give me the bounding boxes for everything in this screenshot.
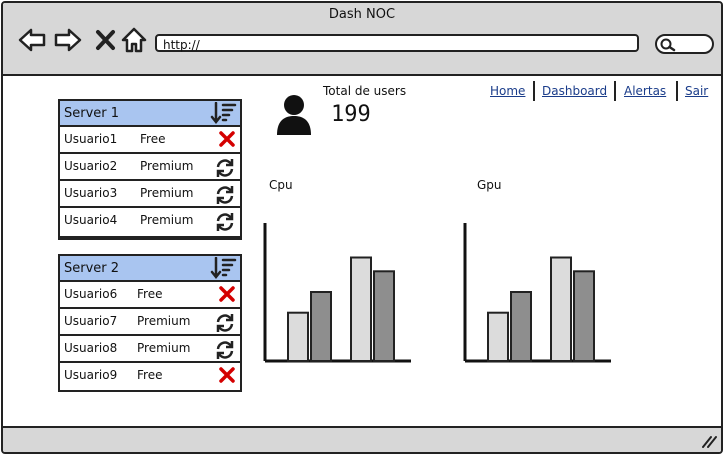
- forward-arrow-icon[interactable]: [53, 25, 83, 55]
- server-header: Server 2: [60, 256, 240, 282]
- nav-link-home[interactable]: Home: [490, 84, 525, 98]
- server-header: Server 1: [60, 101, 240, 127]
- total-users-value: 199: [331, 102, 371, 127]
- user-avatar-icon: [277, 95, 311, 135]
- refresh-icon[interactable]: [214, 157, 236, 179]
- table-row: Usuario8 Premium: [60, 336, 240, 363]
- browser-window: Dash NOC http:// Server 1 Usuario1 Free …: [1, 1, 723, 454]
- table-row: Usuario6 Free: [60, 282, 240, 309]
- user-name: Usuario7: [64, 314, 118, 328]
- server-panel-1: Server 1 Usuario1 Free Usuario2 Premium: [58, 99, 242, 240]
- user-plan: Premium: [140, 159, 194, 173]
- url-input[interactable]: http://: [155, 34, 639, 52]
- menu-divider: [614, 81, 616, 101]
- back-arrow-icon[interactable]: [17, 25, 47, 55]
- resize-handle-icon[interactable]: [701, 435, 717, 449]
- user-name: Usuario1: [64, 132, 118, 146]
- chart-bar: [373, 270, 395, 362]
- table-row: Usuario9 Free: [60, 363, 240, 390]
- chart-bar: [487, 311, 509, 362]
- browser-toolbar: Dash NOC http://: [3, 3, 721, 76]
- delete-icon[interactable]: [218, 285, 236, 303]
- window-title: Dash NOC: [328, 7, 396, 22]
- cpu-chart-title: Cpu: [269, 178, 293, 192]
- user-plan: Premium: [140, 213, 194, 227]
- user-name: Usuario6: [64, 287, 118, 301]
- status-bar: [3, 426, 721, 452]
- browser-search-box[interactable]: [655, 34, 714, 54]
- user-plan: Free: [137, 287, 163, 301]
- user-plan: Free: [137, 368, 163, 382]
- refresh-icon[interactable]: [214, 211, 236, 233]
- chart-bar: [550, 256, 572, 362]
- nav-link-sair[interactable]: Sair: [685, 84, 708, 98]
- sort-icon[interactable]: [210, 257, 238, 279]
- cpu-bar-chart: [263, 223, 411, 363]
- chart-bar: [510, 291, 532, 362]
- total-users-label: Total de users: [323, 84, 407, 98]
- home-icon[interactable]: [119, 25, 149, 55]
- table-row: Usuario7 Premium: [60, 309, 240, 336]
- gpu-chart-title: Gpu: [477, 178, 502, 192]
- chart-bar: [573, 270, 595, 362]
- user-plan: Free: [140, 132, 166, 146]
- user-name: Usuario8: [64, 341, 118, 355]
- table-row: Usuario2 Premium: [60, 154, 240, 181]
- gpu-bar-chart: [463, 223, 611, 363]
- close-icon[interactable]: [91, 25, 121, 55]
- nav-link-alertas[interactable]: Alertas: [624, 84, 666, 98]
- server-name: Server 2: [64, 261, 120, 276]
- refresh-icon[interactable]: [214, 339, 236, 361]
- menu-divider: [676, 81, 678, 101]
- menu-divider: [533, 81, 535, 101]
- user-name: Usuario2: [64, 159, 118, 173]
- user-plan: Premium: [137, 341, 191, 355]
- chart-bar: [287, 311, 309, 362]
- chart-bar: [310, 291, 332, 362]
- chart-bar: [350, 256, 372, 362]
- refresh-icon[interactable]: [214, 312, 236, 334]
- server-panel-2: Server 2 Usuario6 Free Usuario7 Premium: [58, 254, 242, 392]
- search-icon: [660, 38, 676, 52]
- user-name: Usuario3: [64, 186, 118, 200]
- delete-icon[interactable]: [218, 366, 236, 384]
- table-row: Usuario4 Premium: [60, 208, 240, 238]
- table-row: Usuario3 Premium: [60, 181, 240, 208]
- user-plan: Premium: [140, 186, 194, 200]
- user-name: Usuario4: [64, 213, 118, 227]
- delete-icon[interactable]: [218, 130, 236, 148]
- nav-link-dashboard[interactable]: Dashboard: [542, 84, 607, 98]
- server-name: Server 1: [64, 106, 120, 121]
- user-plan: Premium: [137, 314, 191, 328]
- refresh-icon[interactable]: [214, 184, 236, 206]
- table-row: Usuario1 Free: [60, 127, 240, 154]
- user-name: Usuario9: [64, 368, 118, 382]
- sort-icon[interactable]: [210, 102, 238, 124]
